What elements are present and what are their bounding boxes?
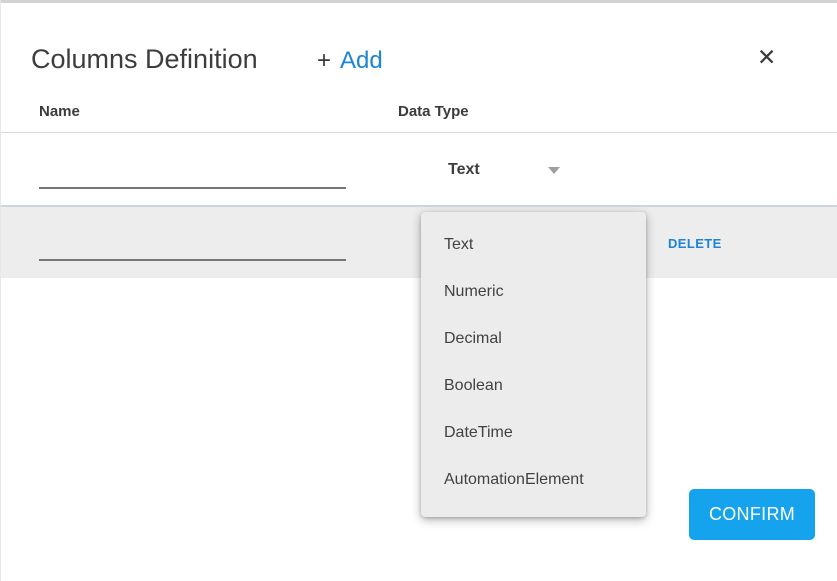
data-type-select[interactable]: Text: [448, 155, 560, 185]
columns-definition-dialog: Columns Definition + Add ✕ Name Data Typ…: [0, 0, 837, 581]
dropdown-option-boolean[interactable]: Boolean: [421, 362, 646, 409]
plus-icon: +: [317, 47, 331, 75]
column-header-name: Name: [39, 103, 80, 120]
dialog-title: Columns Definition: [31, 44, 258, 75]
column-header-data-type: Data Type: [398, 103, 469, 120]
dropdown-option-automationelement[interactable]: AutomationElement: [421, 456, 646, 503]
add-column-button[interactable]: + Add: [317, 47, 383, 75]
delete-row-button[interactable]: DELETE: [668, 236, 722, 251]
column-name-input-row1[interactable]: [39, 161, 346, 189]
dropdown-option-datetime[interactable]: DateTime: [421, 409, 646, 456]
dropdown-option-decimal[interactable]: Decimal: [421, 315, 646, 362]
confirm-button[interactable]: CONFIRM: [689, 489, 815, 540]
data-type-dropdown-menu: Text Numeric Decimal Boolean DateTime Au…: [421, 212, 646, 517]
dropdown-option-numeric[interactable]: Numeric: [421, 268, 646, 315]
close-icon[interactable]: ✕: [753, 42, 780, 73]
chevron-down-icon: [548, 167, 560, 174]
header-divider: [1, 132, 837, 133]
top-edge-divider: [1, 0, 837, 3]
column-name-input-row2[interactable]: [39, 233, 346, 261]
data-type-selected-value: Text: [448, 161, 480, 179]
dropdown-option-text[interactable]: Text: [421, 221, 646, 268]
add-button-label: Add: [340, 47, 383, 75]
